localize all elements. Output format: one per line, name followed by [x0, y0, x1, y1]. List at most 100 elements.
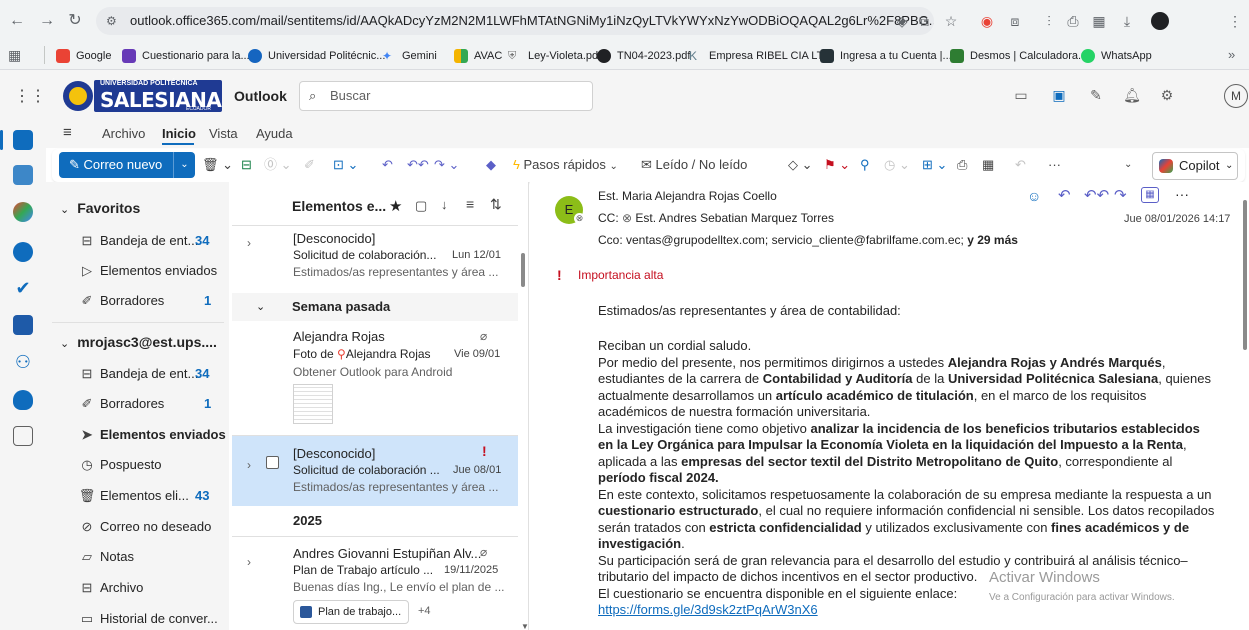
- puzzle-icon[interactable]: ⧈: [1006, 12, 1024, 30]
- jump-to-icon[interactable]: ↓: [441, 197, 448, 212]
- folder-junk[interactable]: ⊘ Correo no deseado: [78, 517, 212, 537]
- list-item[interactable]: › [Desconocido] Solicitud de colaboració…: [232, 226, 518, 292]
- forward-icon[interactable]: →: [38, 12, 56, 30]
- bookmark-cuestionario[interactable]: Cuestionario para la...: [122, 47, 250, 65]
- copilot-button[interactable]: Copilot ⌄: [1152, 152, 1238, 180]
- kebab-menu-icon[interactable]: ⋮: [1226, 12, 1244, 30]
- snooze-icon[interactable]: ◷ ⌄: [884, 155, 910, 175]
- bookmark-desmos[interactable]: Desmos | Calculadora...: [950, 47, 1087, 65]
- app-launcher-icon[interactable]: ⋮⋮: [14, 86, 46, 106]
- reply-icon[interactable]: ↶: [1058, 186, 1071, 204]
- list-item-selected[interactable]: › [Desconocido] ! Solicitud de colaborac…: [232, 436, 518, 506]
- cast-icon[interactable]: ⧉: [915, 12, 933, 30]
- reading-scrollbar[interactable]: [1243, 190, 1247, 630]
- scrollbar[interactable]: [521, 225, 525, 287]
- folder-notes[interactable]: ▱ Notas: [78, 547, 134, 567]
- chevron-right-icon[interactable]: ›: [247, 458, 251, 472]
- address-bar[interactable]: ⚙ outlook.office365.com/mail/sentitems/i…: [96, 7, 934, 35]
- folder-conversation-history[interactable]: ▭ Historial de conver...: [78, 609, 218, 629]
- rules-icon[interactable]: ⊞ ⌄: [922, 155, 947, 175]
- onedrive-icon[interactable]: [13, 390, 33, 410]
- filter-icon[interactable]: ≡: [466, 196, 474, 212]
- pin-icon[interactable]: ⚲: [860, 155, 870, 175]
- people-icon[interactable]: [13, 242, 33, 262]
- more-options-button[interactable]: ···: [1175, 186, 1189, 202]
- more-apps-icon[interactable]: [13, 426, 33, 446]
- bcc-recipients[interactable]: Cco: ventas@grupodelltex.com; servicio_c…: [598, 233, 964, 247]
- feedback-icon[interactable]: ✎: [1087, 86, 1105, 104]
- extension-icon[interactable]: ◉: [978, 12, 996, 30]
- form-link[interactable]: https://forms.gle/3d9sk2ztPqArW3nX6: [598, 602, 1218, 619]
- bookmark-whatsapp[interactable]: WhatsApp: [1081, 47, 1152, 65]
- tab-archivo[interactable]: Archivo: [102, 126, 145, 141]
- calendar-icon[interactable]: [13, 165, 33, 185]
- bookmark-tn04[interactable]: TN04-2023.pdf: [597, 47, 690, 65]
- more-actions-button[interactable]: ···: [1048, 155, 1061, 175]
- bookmark-ley-violeta[interactable]: ⛨ Ley-Violeta.pdf: [508, 47, 601, 65]
- section-header[interactable]: 2025: [232, 507, 518, 535]
- sweep-icon[interactable]: ✐: [304, 155, 315, 175]
- quick-steps-button[interactable]: ϟ Pasos rápidos ⌄: [513, 155, 618, 175]
- image-thumbnail[interactable]: [293, 384, 333, 424]
- new-mail-dropdown[interactable]: ⌄: [173, 152, 195, 178]
- folder-sent-fav[interactable]: ▷ Elementos enviados: [78, 261, 217, 281]
- chevron-right-icon[interactable]: ›: [247, 236, 251, 250]
- download-icon[interactable]: ⤓: [1118, 12, 1136, 30]
- org-icon[interactable]: ⚇: [13, 352, 33, 372]
- select-checkbox[interactable]: [266, 456, 279, 469]
- university-logo[interactable]: UNIVERSIDAD POLITÉCNICA SALESIANA ECUADO…: [60, 77, 226, 115]
- select-mode-icon[interactable]: ▢: [415, 198, 427, 214]
- folder-drafts-fav[interactable]: ✐ Borradores: [78, 291, 165, 311]
- folder-archive[interactable]: ⊟ Archivo: [78, 578, 144, 598]
- scroll-down-icon[interactable]: ▼: [521, 622, 529, 630]
- app-name[interactable]: Outlook: [234, 88, 287, 104]
- attachment-chip[interactable]: Plan de trabajo...: [293, 600, 409, 624]
- reply-all-icon[interactable]: ↶↶: [1084, 186, 1109, 204]
- back-icon[interactable]: ←: [8, 12, 26, 30]
- sort-icon[interactable]: ⇅: [490, 196, 502, 213]
- bookmark-star-icon[interactable]: ☆: [942, 12, 960, 30]
- gear-icon[interactable]: ⚙: [1158, 86, 1176, 104]
- bookmark-ingresa[interactable]: Ingresa a tu Cuenta |...: [820, 47, 952, 65]
- collapse-nav-icon[interactable]: ≡: [63, 124, 72, 141]
- report-icon[interactable]: ⓪ ⌄: [264, 155, 292, 175]
- bookmark-ribel[interactable]: K Empresa RIBEL CIA LT...: [689, 47, 831, 65]
- search-input[interactable]: ⌕ Buscar: [299, 81, 593, 111]
- read-unread-button[interactable]: ✉ Leído / No leído: [641, 155, 747, 175]
- favorites-header[interactable]: ⌄ Favoritos: [60, 200, 140, 216]
- meet-now-icon[interactable]: ▭: [1012, 86, 1030, 104]
- account-header[interactable]: ⌄ mrojasc3@est.ups....: [60, 334, 217, 350]
- todo-icon[interactable]: ✔: [13, 278, 33, 298]
- section-header[interactable]: ⌄ Semana pasada: [232, 293, 518, 321]
- bookmark-avac[interactable]: AVAC: [454, 47, 502, 65]
- copilot-icon[interactable]: [13, 202, 33, 222]
- user-avatar[interactable]: M: [1224, 84, 1248, 108]
- flag-icon[interactable]: ⚑ ⌄: [824, 155, 850, 175]
- favorite-star-icon[interactable]: ★: [389, 197, 402, 215]
- translate-icon[interactable]: ▦: [1090, 12, 1108, 30]
- undo-icon[interactable]: ↶: [1015, 155, 1026, 175]
- apps-icon[interactable]: ▦: [1141, 187, 1159, 203]
- more-attachments-count[interactable]: +4: [418, 605, 431, 617]
- delete-icon[interactable]: 🗑︎ ⌄: [202, 155, 233, 175]
- reply-icon[interactable]: ↶: [382, 155, 393, 175]
- mail-icon[interactable]: [13, 130, 33, 150]
- install-icon[interactable]: ◈: [893, 12, 911, 30]
- bookmark-universidad[interactable]: Universidad Politécnic...: [248, 47, 385, 65]
- chevron-right-icon[interactable]: ›: [247, 555, 251, 569]
- print-mail-icon[interactable]: ⎙: [957, 155, 967, 175]
- bookmark-google[interactable]: Google: [56, 47, 111, 65]
- tab-ayuda[interactable]: Ayuda: [256, 126, 293, 141]
- tab-vista[interactable]: Vista: [209, 126, 238, 141]
- folder-sent[interactable]: ➤ Elementos enviados: [78, 425, 226, 445]
- cc-recipient[interactable]: Est. Andres Sebatian Marquez Torres: [635, 211, 834, 225]
- bookmark-gemini[interactable]: ✦ Gemini: [382, 47, 437, 65]
- reload-icon[interactable]: ↻: [66, 12, 84, 30]
- teams-share-icon[interactable]: ◆: [486, 155, 496, 175]
- archive-icon[interactable]: ⊟: [241, 155, 252, 175]
- bcc-more-link[interactable]: y 29 más: [967, 233, 1018, 247]
- folder-deleted[interactable]: 🗑︎ Elementos eli...: [78, 486, 189, 506]
- folder-snoozed[interactable]: ◷ Pospuesto: [78, 455, 161, 475]
- save-icon[interactable]: [13, 315, 33, 335]
- from-line[interactable]: Est. Maria Alejandra Rojas Coello: [598, 189, 777, 203]
